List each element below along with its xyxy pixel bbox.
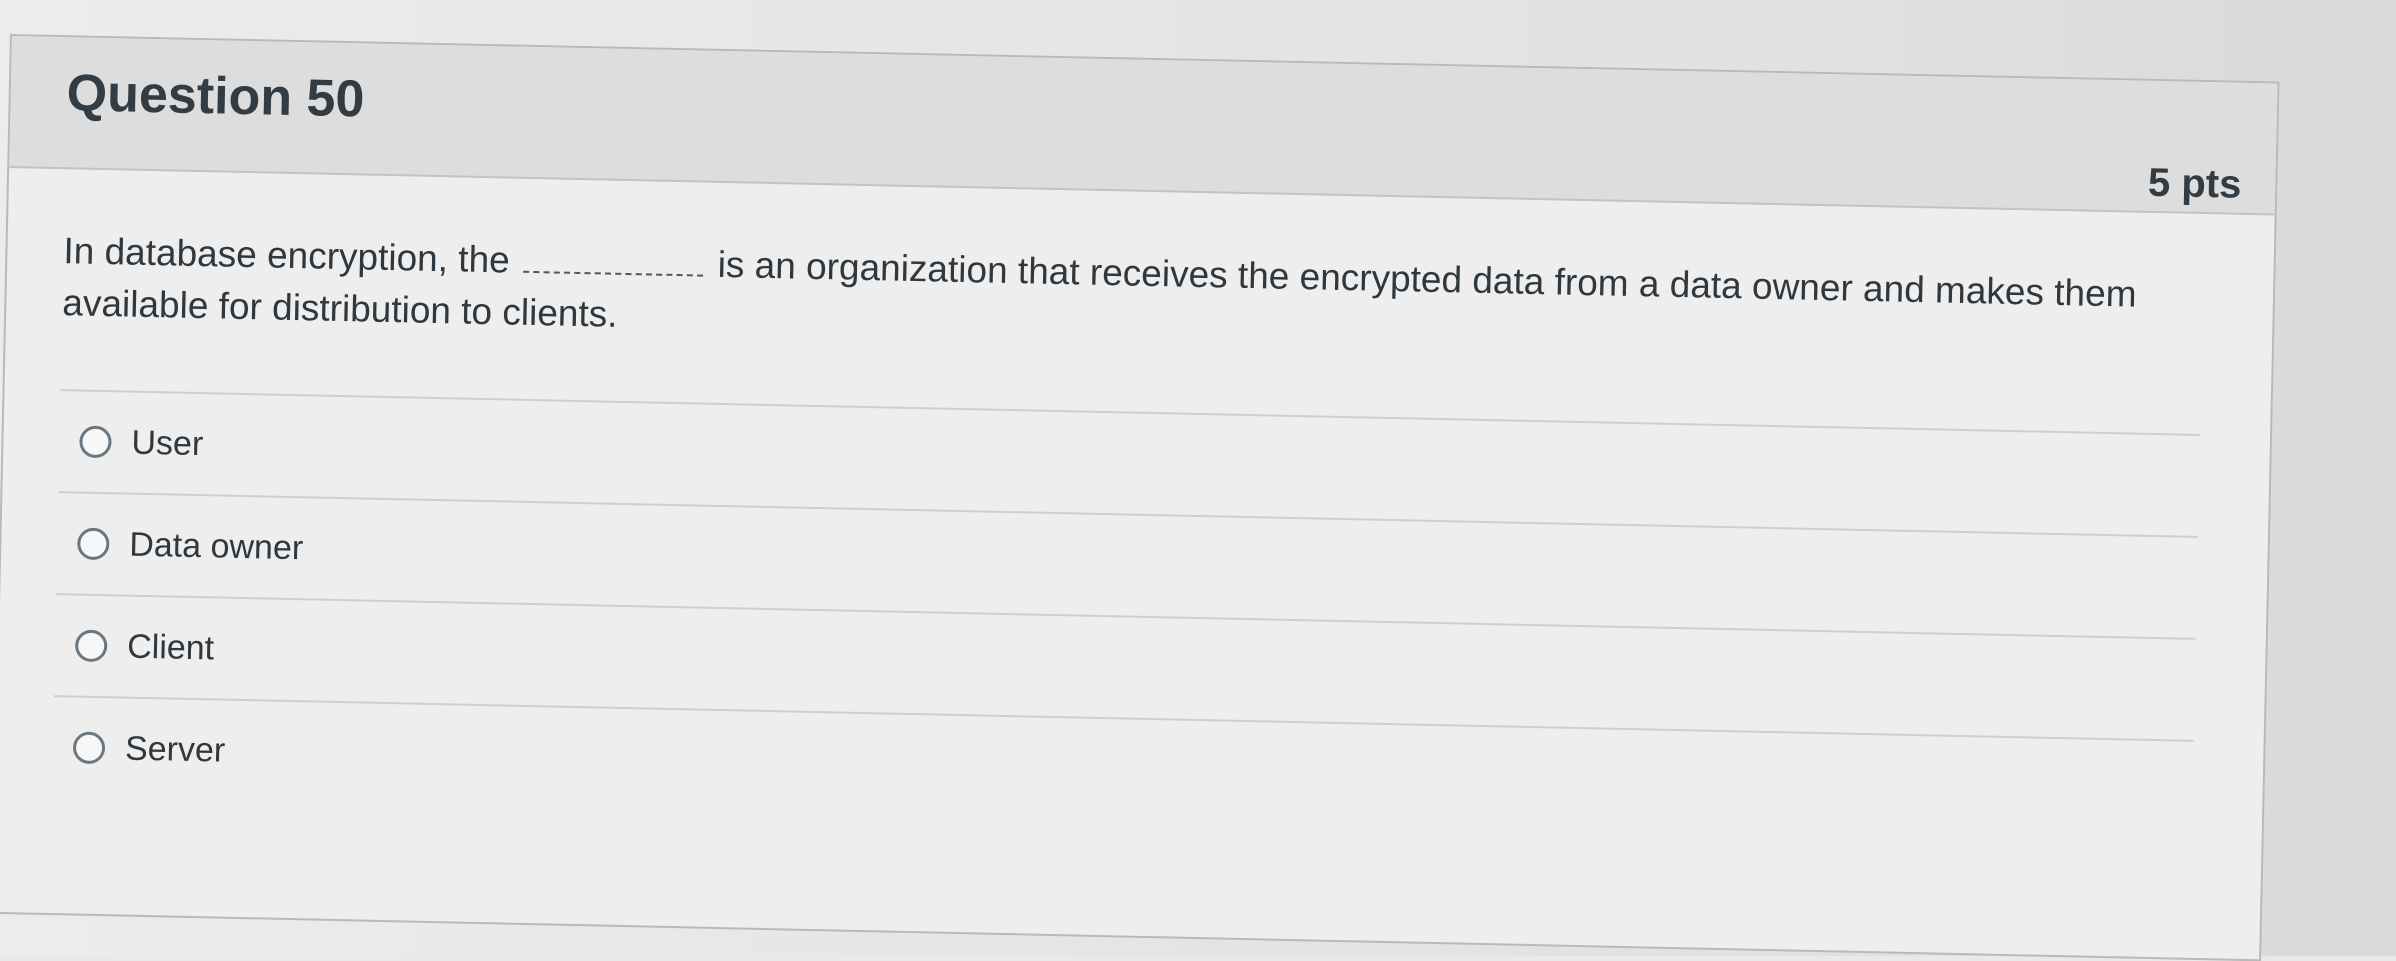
question-text: In database encryption, the is an organiz…: [62, 225, 2204, 374]
radio-unselected-icon[interactable]: [72, 731, 106, 765]
answer-label[interactable]: Client: [127, 627, 215, 668]
fill-in-blank: [523, 240, 705, 277]
answer-label[interactable]: User: [131, 423, 204, 463]
answer-list: User Data owner Client Server: [52, 389, 2201, 842]
question-body: In database encryption, the is an organiz…: [0, 168, 2275, 843]
question-text-before: In database encryption, the: [63, 230, 511, 281]
question-points: 5 pts: [2147, 160, 2242, 207]
answer-label[interactable]: Server: [125, 729, 226, 770]
answer-label[interactable]: Data owner: [129, 525, 304, 568]
radio-unselected-icon[interactable]: [77, 527, 110, 561]
question-card: Question 50 5 pts In database encryption…: [0, 34, 2280, 961]
radio-unselected-icon[interactable]: [74, 629, 108, 663]
screen-background: Question 50 5 pts In database encryption…: [0, 0, 2396, 961]
question-title: Question 50: [66, 64, 365, 129]
radio-unselected-icon[interactable]: [79, 425, 112, 459]
